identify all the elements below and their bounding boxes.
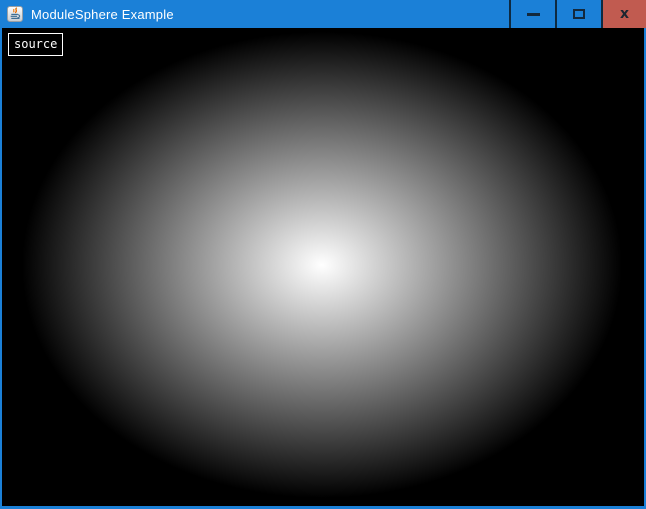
close-icon: x (620, 7, 629, 21)
app-window: ModuleSphere Example x source (0, 0, 646, 509)
maximize-button[interactable] (555, 0, 601, 28)
minimize-button[interactable] (509, 0, 555, 28)
java-coffee-cup-icon (7, 6, 23, 22)
window-controls: x (509, 0, 646, 28)
close-button[interactable]: x (601, 0, 646, 28)
source-button[interactable]: source (8, 33, 63, 56)
minimize-icon (527, 13, 540, 16)
window-title: ModuleSphere Example (31, 7, 174, 22)
titlebar[interactable]: ModuleSphere Example x (0, 0, 646, 28)
render-canvas[interactable]: source (2, 28, 644, 506)
maximize-icon (573, 9, 585, 19)
